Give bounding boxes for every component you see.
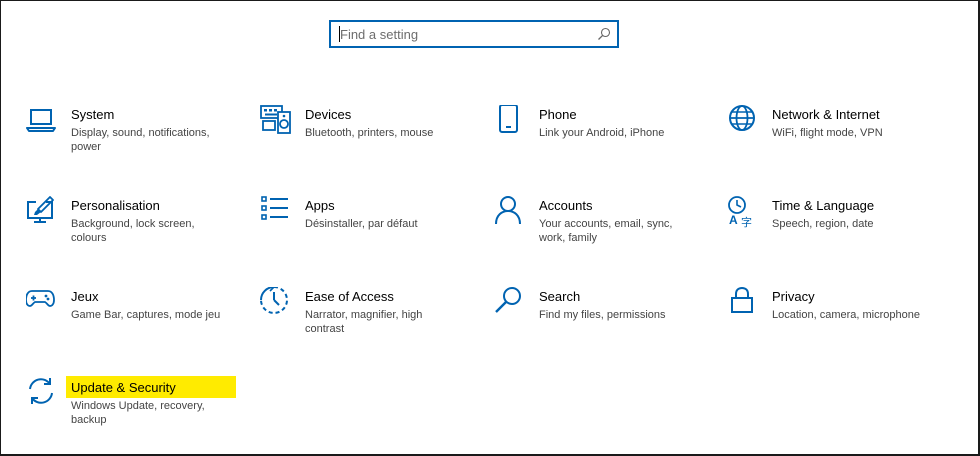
tile-privacy[interactable]: Privacy Location, camera, microphone [727, 287, 927, 357]
tile-description: WiFi, flight mode, VPN [772, 127, 883, 139]
tile-title: Search [539, 289, 581, 304]
svg-text:字: 字 [741, 215, 752, 228]
tile-title: Phone [539, 107, 577, 122]
tile-description: Game Bar, captures, mode jeu [71, 309, 221, 321]
paint-monitor-icon [26, 196, 58, 228]
tile-title: Network & Internet [772, 107, 880, 122]
person-icon [494, 196, 526, 228]
phone-icon [494, 105, 526, 137]
lock-icon [727, 287, 759, 319]
tile-description: Location, camera, microphone [772, 309, 920, 321]
tile-title: Personalisation [71, 198, 160, 213]
search-box[interactable] [329, 20, 619, 48]
tile-accounts[interactable]: Accounts Your accounts, email, sync, wor… [494, 196, 694, 266]
sync-arrows-icon [26, 378, 58, 410]
svg-text:A: A [729, 213, 738, 227]
search-icon[interactable] [597, 27, 611, 41]
tile-description: Background, lock screen, colours [71, 218, 195, 244]
keyboard-speaker-icon [260, 105, 292, 137]
tile-description: Find my files, permissions [539, 309, 666, 321]
tile-description: Narrator, magnifier, high contrast [305, 309, 423, 335]
globe-icon [727, 105, 759, 137]
magnifier-icon [494, 287, 526, 319]
tile-system[interactable]: System Display, sound, notifications, po… [26, 105, 226, 175]
tile-search[interactable]: Search Find my files, permissions [494, 287, 694, 357]
tile-description: Windows Update, recovery, backup [71, 400, 205, 426]
tile-description: Désinstaller, par défaut [305, 218, 418, 230]
tile-description: Bluetooth, printers, mouse [305, 127, 434, 139]
tile-title: Time & Language [772, 198, 875, 213]
tile-devices[interactable]: Devices Bluetooth, printers, mouse [260, 105, 460, 175]
tile-title: Accounts [539, 198, 593, 213]
gamepad-icon [26, 287, 58, 319]
search-input[interactable] [331, 22, 602, 46]
tile-title: Ease of Access [305, 289, 394, 304]
tile-description: Speech, region, date [772, 218, 874, 230]
tile-network-internet[interactable]: Network & Internet WiFi, flight mode, VP… [727, 105, 927, 175]
clock-language-icon: A 字 [727, 196, 759, 228]
tile-description: Link your Android, iPhone [539, 127, 665, 139]
tile-title: Jeux [71, 289, 99, 304]
tile-title: Privacy [772, 289, 815, 304]
tile-description: Your accounts, email, sync, work, family [539, 218, 673, 244]
tile-apps[interactable]: Apps Désinstaller, par défaut [260, 196, 460, 266]
tile-title: System [71, 107, 115, 122]
tile-description: Display, sound, notifications, power [71, 127, 210, 153]
ease-of-access-icon [260, 287, 292, 319]
tile-gaming[interactable]: Jeux Game Bar, captures, mode jeu [26, 287, 226, 357]
tile-update-security[interactable]: Update & Security Windows Update, recove… [26, 378, 226, 448]
tile-title: Update & Security [71, 380, 176, 395]
tile-phone[interactable]: Phone Link your Android, iPhone [494, 105, 694, 175]
laptop-icon [26, 105, 58, 137]
tile-title: Apps [305, 198, 335, 213]
tile-title: Devices [305, 107, 352, 122]
tile-ease-of-access[interactable]: Ease of Access Narrator, magnifier, high… [260, 287, 460, 357]
apps-list-icon [260, 196, 292, 228]
tile-time-language[interactable]: A 字 Time & Language Speech, region, date [727, 196, 927, 266]
tile-personalisation[interactable]: Personalisation Background, lock screen,… [26, 196, 226, 266]
